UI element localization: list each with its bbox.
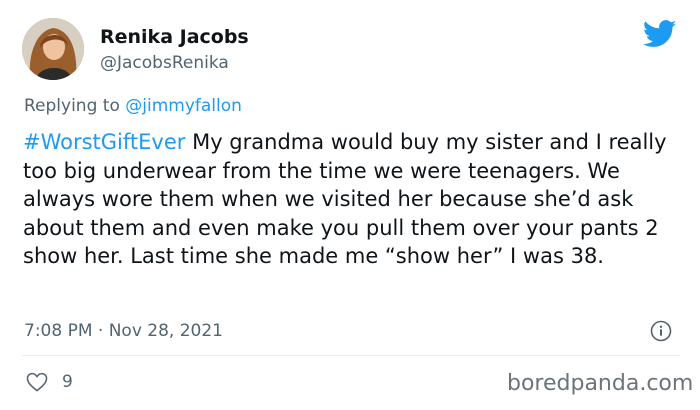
reply-context: Replying to @jimmyfallon [24,96,242,116]
divider [22,355,680,356]
display-name[interactable]: Renika Jacobs [100,26,249,48]
reply-mention-link[interactable]: @jimmyfallon [125,96,242,116]
tweet-timestamp[interactable]: 7:08 PM · Nov 28, 2021 [24,321,223,341]
avatar-image [22,18,84,80]
user-handle[interactable]: @JacobsRenika [100,53,229,73]
watermark: boredpanda.com [507,371,694,396]
twitter-bird-icon[interactable] [643,20,677,48]
like-count: 9 [62,372,73,392]
reply-prefix: Replying to [24,96,126,116]
tweet-text: #WorstGiftEver My grandma would buy my s… [23,128,683,271]
info-icon[interactable] [650,320,672,342]
avatar[interactable] [22,18,84,80]
like-button[interactable]: 9 [26,372,73,392]
heart-icon [26,372,48,392]
hashtag-link[interactable]: #WorstGiftEver [23,130,185,154]
